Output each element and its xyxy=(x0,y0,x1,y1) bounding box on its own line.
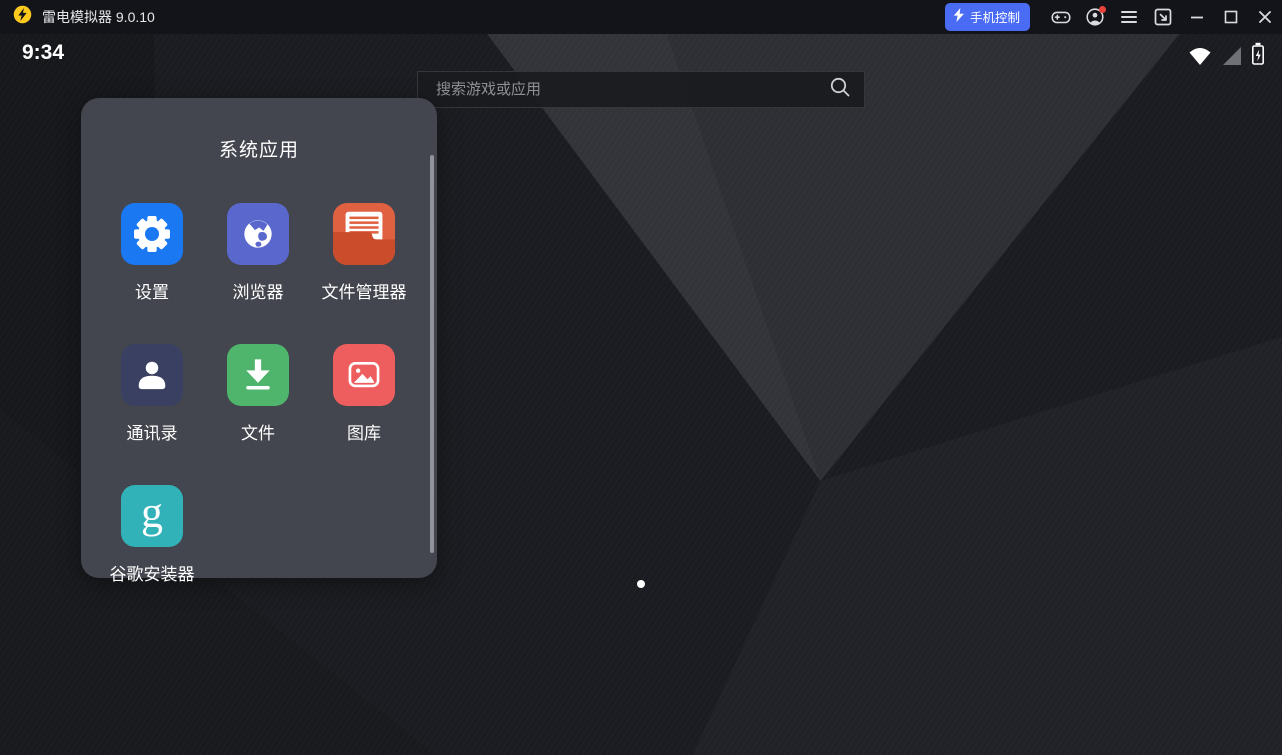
files-download-icon xyxy=(227,344,289,406)
app-label: 图库 xyxy=(347,419,381,444)
folder-title: 系统应用 xyxy=(81,98,437,162)
app-label: 谷歌安装器 xyxy=(110,560,195,585)
app-gallery[interactable]: 图库 xyxy=(311,344,417,444)
app-file-manager[interactable]: 文件管理器 xyxy=(311,203,417,303)
gamepad-icon[interactable] xyxy=(1044,0,1078,34)
gallery-image-icon xyxy=(333,344,395,406)
app-grid: 设置 浏览器 xyxy=(99,203,421,585)
maximize-icon[interactable] xyxy=(1214,0,1248,34)
app-settings[interactable]: 设置 xyxy=(99,203,205,303)
phone-control-button[interactable]: 手机控制 xyxy=(945,3,1030,31)
file-manager-folder-icon xyxy=(333,203,395,265)
settings-gear-icon xyxy=(121,203,183,265)
app-browser[interactable]: 浏览器 xyxy=(205,203,311,303)
browser-globe-icon xyxy=(227,203,289,265)
wifi-icon xyxy=(1188,44,1212,71)
app-label: 设置 xyxy=(135,278,169,303)
app-label: 文件管理器 xyxy=(322,278,407,303)
resize-icon[interactable] xyxy=(1146,0,1180,34)
phone-control-label: 手机控制 xyxy=(970,7,1020,26)
status-clock: 9:34 xyxy=(22,41,64,65)
notification-dot xyxy=(1099,6,1106,13)
app-logo-icon xyxy=(12,4,33,30)
close-icon[interactable] xyxy=(1248,0,1282,34)
app-label: 通讯录 xyxy=(127,419,178,444)
search-icon[interactable] xyxy=(828,75,852,104)
window-title: 雷电模拟器 9.0.10 xyxy=(42,7,155,27)
page-indicator-dot xyxy=(637,580,645,588)
battery-charging-icon xyxy=(1250,42,1266,71)
app-google-installer[interactable]: g 谷歌安装器 xyxy=(99,485,205,585)
status-icons xyxy=(1188,42,1266,71)
android-home-screen: 9:34 系统应用 xyxy=(0,34,1282,755)
search-input[interactable] xyxy=(434,80,828,99)
menu-icon[interactable] xyxy=(1112,0,1146,34)
lightning-icon xyxy=(953,8,965,25)
google-installer-g-icon: g xyxy=(121,485,183,547)
app-label: 浏览器 xyxy=(233,278,284,303)
contacts-person-icon xyxy=(121,344,183,406)
app-label: 文件 xyxy=(241,419,275,444)
folder-scrollbar[interactable] xyxy=(430,155,434,553)
app-files[interactable]: 文件 xyxy=(205,344,311,444)
app-contacts[interactable]: 通讯录 xyxy=(99,344,205,444)
minimize-icon[interactable] xyxy=(1180,0,1214,34)
search-bar[interactable] xyxy=(417,71,865,108)
window-titlebar: 雷电模拟器 9.0.10 手机控制 xyxy=(0,0,1282,34)
signal-icon xyxy=(1220,44,1242,71)
support-icon[interactable] xyxy=(1078,0,1112,34)
system-apps-folder: 系统应用 设置 xyxy=(81,98,437,578)
